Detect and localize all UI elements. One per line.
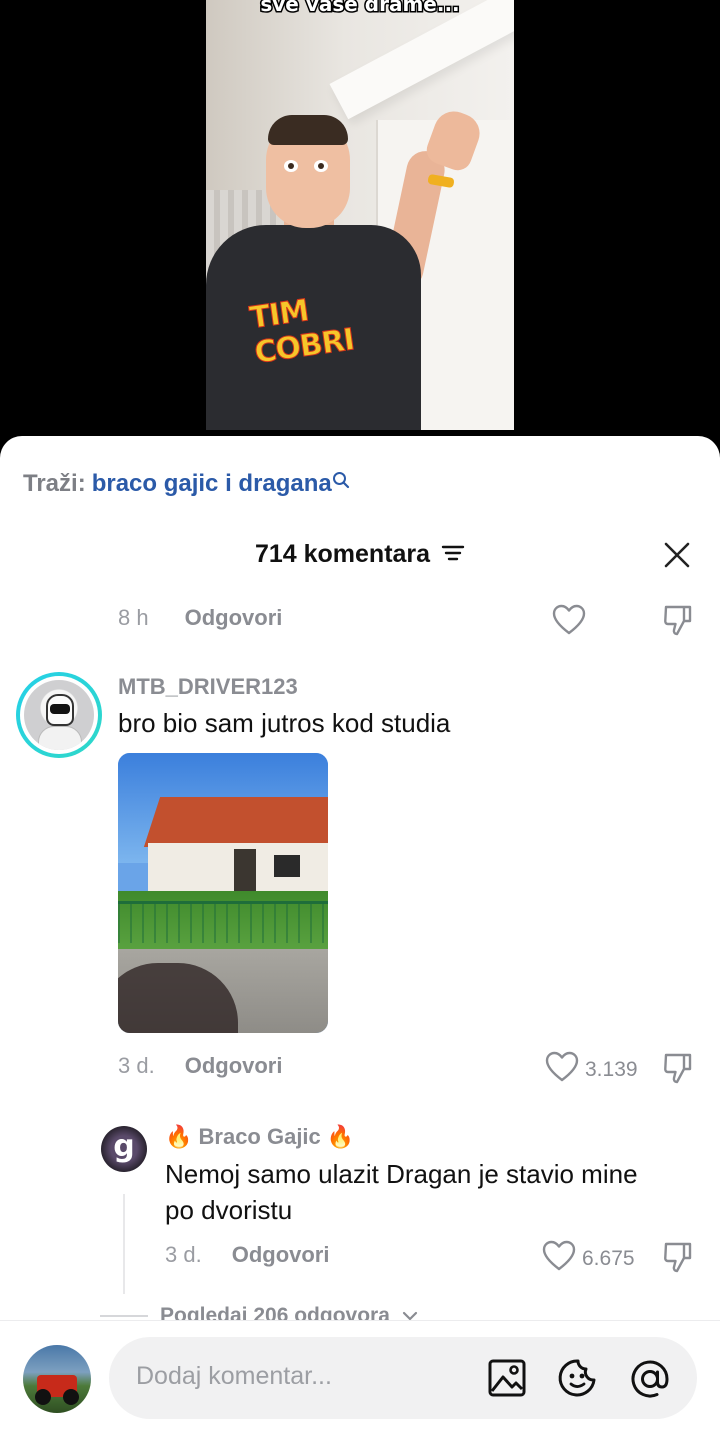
image-icon[interactable] bbox=[487, 1358, 527, 1398]
comment-time: 8 h bbox=[118, 605, 149, 630]
reply-button[interactable]: Odgovori bbox=[232, 1242, 330, 1268]
reply-time: 3 d. bbox=[165, 1242, 202, 1267]
reply-button[interactable]: Odgovori bbox=[185, 605, 283, 631]
comment-input[interactable]: Dodaj komentar... bbox=[109, 1337, 697, 1419]
user-avatar[interactable] bbox=[23, 1345, 91, 1413]
search-prefix: Traži: bbox=[23, 470, 86, 497]
mention-icon[interactable] bbox=[629, 1358, 669, 1398]
close-icon[interactable] bbox=[662, 540, 692, 570]
like-button[interactable]: 6.675 bbox=[542, 1240, 635, 1278]
dislike-icon[interactable] bbox=[662, 603, 694, 642]
emoji-icon[interactable] bbox=[558, 1358, 598, 1398]
reply-button[interactable]: Odgovori bbox=[185, 1053, 283, 1079]
thread-line bbox=[123, 1194, 125, 1294]
search-icon[interactable] bbox=[332, 468, 350, 496]
reply-avatar[interactable]: g bbox=[101, 1126, 147, 1172]
comment-time: 3 d. bbox=[118, 1053, 155, 1078]
comment-meta: 3 d. Odgovori bbox=[118, 1053, 282, 1079]
app-screen: TIM COBRI sve vase drame... Traži: braco … bbox=[0, 0, 720, 1448]
like-count: 3.139 bbox=[585, 1058, 638, 1081]
heart-icon[interactable] bbox=[552, 604, 586, 641]
video-player[interactable]: TIM COBRI sve vase drame... bbox=[206, 0, 514, 430]
comment-text: bro bio sam jutros kod studia bbox=[118, 708, 451, 738]
comment-image[interactable] bbox=[118, 753, 328, 1033]
commenter-avatar[interactable] bbox=[16, 672, 102, 758]
like-count: 6.675 bbox=[582, 1247, 635, 1270]
video-eye-right bbox=[314, 160, 328, 172]
video-molding bbox=[329, 0, 514, 120]
comment-composer: Dodaj komentar... bbox=[0, 1320, 720, 1448]
related-search[interactable]: Traži: braco gajic i dragana bbox=[23, 470, 350, 498]
like-button[interactable]: 3.139 bbox=[545, 1051, 638, 1089]
comment-input-placeholder: Dodaj komentar... bbox=[136, 1362, 332, 1390]
dislike-icon[interactable] bbox=[662, 1240, 694, 1279]
comments-count: 714 komentara bbox=[254, 540, 431, 568]
comments-header: 714 komentara bbox=[0, 540, 720, 570]
dislike-icon[interactable] bbox=[662, 1051, 694, 1090]
video-caption: sve vase drame... bbox=[259, 0, 461, 18]
video-eye-left bbox=[284, 160, 298, 172]
reply-username[interactable]: 🔥 Braco Gajic 🔥 bbox=[165, 1124, 354, 1150]
heart-icon[interactable] bbox=[542, 1240, 576, 1278]
reply-text: Nemoj samo ulazit Dragan je stavio mine … bbox=[165, 1159, 638, 1225]
search-query-link[interactable]: braco gajic i dragana bbox=[92, 470, 332, 497]
divider bbox=[100, 1315, 148, 1317]
video-hair bbox=[268, 115, 348, 145]
comment-username[interactable]: MTB_DRIVER123 bbox=[118, 674, 298, 700]
comment-meta: 8 h Odgovori bbox=[118, 605, 282, 631]
heart-icon[interactable] bbox=[545, 1051, 579, 1089]
comments-sheet: Traži: braco gajic i dragana 714 komentar… bbox=[0, 436, 720, 1448]
reply-meta: 3 d. Odgovori bbox=[165, 1242, 329, 1268]
reply-avatar-letter: g bbox=[113, 1129, 135, 1164]
filter-icon[interactable] bbox=[441, 541, 465, 570]
